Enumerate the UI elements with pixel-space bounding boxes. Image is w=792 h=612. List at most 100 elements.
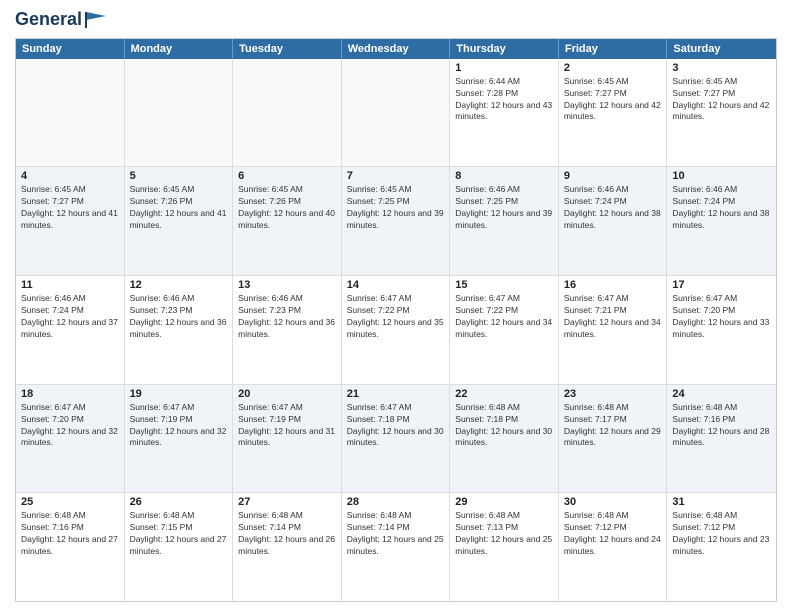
calendar-cell: 18 Sunrise: 6:47 AMSunset: 7:20 PMDayligh…	[16, 385, 125, 493]
logo: General	[15, 10, 106, 30]
day-number: 20	[238, 388, 336, 400]
cell-info: Sunrise: 6:48 AMSunset: 7:16 PMDaylight:…	[672, 402, 771, 450]
cell-info: Sunrise: 6:48 AMSunset: 7:12 PMDaylight:…	[564, 510, 662, 558]
calendar-cell: 27 Sunrise: 6:48 AMSunset: 7:14 PMDayligh…	[233, 493, 342, 601]
day-number: 11	[21, 279, 119, 291]
calendar-cell: 4Sunrise: 6:45 AMSunset: 7:27 PMDaylight…	[16, 167, 125, 275]
cell-info: Sunrise: 6:48 AMSunset: 7:15 PMDaylight:…	[130, 510, 228, 558]
cell-info: Sunrise: 6:47 AMSunset: 7:18 PMDaylight:…	[347, 402, 445, 450]
day-number: 26	[130, 496, 228, 508]
cell-info: Sunrise: 6:48 AMSunset: 7:18 PMDaylight:…	[455, 402, 553, 450]
calendar-cell: 31Sunrise: 6:48 AMSunset: 7:12 PMDayligh…	[667, 493, 776, 601]
day-number: 7	[347, 170, 445, 182]
weekday-header-thursday: Thursday	[450, 39, 559, 59]
cell-info: Sunrise: 6:47 AMSunset: 7:22 PMDaylight:…	[455, 293, 553, 341]
weekday-header-friday: Friday	[559, 39, 668, 59]
calendar-cell: 7 Sunrise: 6:45 AMSunset: 7:25 PMDaylight…	[342, 167, 451, 275]
cell-info: Sunrise: 6:45 AMSunset: 7:26 PMDaylight:…	[238, 184, 336, 232]
day-number: 5	[130, 170, 228, 182]
calendar-cell: 22 Sunrise: 6:48 AMSunset: 7:18 PMDayligh…	[450, 385, 559, 493]
cell-info: Sunrise: 6:46 AMSunset: 7:24 PMDaylight:…	[672, 184, 771, 232]
calendar-cell: 8 Sunrise: 6:46 AMSunset: 7:25 PMDaylight…	[450, 167, 559, 275]
day-number: 1	[455, 62, 553, 74]
weekday-header-wednesday: Wednesday	[342, 39, 451, 59]
calendar-cell: 5 Sunrise: 6:45 AMSunset: 7:26 PMDaylight…	[125, 167, 234, 275]
calendar-cell: 25 Sunrise: 6:48 AMSunset: 7:16 PMDayligh…	[16, 493, 125, 601]
calendar-cell: 11 Sunrise: 6:46 AMSunset: 7:24 PMDayligh…	[16, 276, 125, 384]
calendar-cell: 28Sunrise: 6:48 AMSunset: 7:14 PMDayligh…	[342, 493, 451, 601]
calendar-cell: 19Sunrise: 6:47 AMSunset: 7:19 PMDayligh…	[125, 385, 234, 493]
weekday-header-saturday: Saturday	[667, 39, 776, 59]
day-number: 21	[347, 388, 445, 400]
cell-info: Sunrise: 6:47 AMSunset: 7:22 PMDaylight:…	[347, 293, 445, 341]
cell-info: Sunrise: 6:45 AMSunset: 7:27 PMDaylight:…	[564, 76, 662, 124]
calendar-cell	[233, 59, 342, 167]
cell-info: Sunrise: 6:46 AMSunset: 7:24 PMDaylight:…	[564, 184, 662, 232]
calendar-cell: 12 Sunrise: 6:46 AMSunset: 7:23 PMDayligh…	[125, 276, 234, 384]
calendar-cell: 26 Sunrise: 6:48 AMSunset: 7:15 PMDayligh…	[125, 493, 234, 601]
day-number: 25	[21, 496, 119, 508]
calendar: SundayMondayTuesdayWednesdayThursdayFrid…	[15, 38, 777, 602]
cell-info: Sunrise: 6:47 AMSunset: 7:20 PMDaylight:…	[21, 402, 119, 450]
logo-text: General	[15, 10, 106, 30]
calendar-cell: 29 Sunrise: 6:48 AMSunset: 7:13 PMDayligh…	[450, 493, 559, 601]
calendar-cell: 16 Sunrise: 6:47 AMSunset: 7:21 PMDayligh…	[559, 276, 668, 384]
day-number: 16	[564, 279, 662, 291]
cell-info: Sunrise: 6:47 AMSunset: 7:21 PMDaylight:…	[564, 293, 662, 341]
cell-info: Sunrise: 6:47 AMSunset: 7:19 PMDaylight:…	[130, 402, 228, 450]
calendar-cell: 10Sunrise: 6:46 AMSunset: 7:24 PMDayligh…	[667, 167, 776, 275]
day-number: 12	[130, 279, 228, 291]
calendar-cell: 9 Sunrise: 6:46 AMSunset: 7:24 PMDaylight…	[559, 167, 668, 275]
cell-info: Sunrise: 6:47 AMSunset: 7:20 PMDaylight:…	[672, 293, 771, 341]
calendar-cell	[342, 59, 451, 167]
calendar-cell: 13 Sunrise: 6:46 AMSunset: 7:23 PMDayligh…	[233, 276, 342, 384]
day-number: 17	[672, 279, 771, 291]
cell-info: Sunrise: 6:46 AMSunset: 7:23 PMDaylight:…	[238, 293, 336, 341]
cell-info: Sunrise: 6:47 AMSunset: 7:19 PMDaylight:…	[238, 402, 336, 450]
day-number: 13	[238, 279, 336, 291]
cell-info: Sunrise: 6:45 AMSunset: 7:25 PMDaylight:…	[347, 184, 445, 232]
day-number: 18	[21, 388, 119, 400]
cell-info: Sunrise: 6:46 AMSunset: 7:24 PMDaylight:…	[21, 293, 119, 341]
day-number: 27	[238, 496, 336, 508]
day-number: 22	[455, 388, 553, 400]
logo-flag-icon	[84, 12, 106, 28]
cell-info: Sunrise: 6:45 AMSunset: 7:26 PMDaylight:…	[130, 184, 228, 232]
day-number: 23	[564, 388, 662, 400]
cell-info: Sunrise: 6:48 AMSunset: 7:12 PMDaylight:…	[672, 510, 771, 558]
calendar-cell: 21 Sunrise: 6:47 AMSunset: 7:18 PMDayligh…	[342, 385, 451, 493]
calendar-row-4: 18 Sunrise: 6:47 AMSunset: 7:20 PMDayligh…	[16, 385, 776, 494]
day-number: 8	[455, 170, 553, 182]
cell-info: Sunrise: 6:48 AMSunset: 7:14 PMDaylight:…	[238, 510, 336, 558]
header: General	[15, 10, 777, 30]
cell-info: Sunrise: 6:45 AMSunset: 7:27 PMDaylight:…	[21, 184, 119, 232]
day-number: 28	[347, 496, 445, 508]
cell-info: Sunrise: 6:48 AMSunset: 7:16 PMDaylight:…	[21, 510, 119, 558]
weekday-header-monday: Monday	[125, 39, 234, 59]
day-number: 9	[564, 170, 662, 182]
cell-info: Sunrise: 6:48 AMSunset: 7:13 PMDaylight:…	[455, 510, 553, 558]
calendar-cell: 15 Sunrise: 6:47 AMSunset: 7:22 PMDayligh…	[450, 276, 559, 384]
calendar-cell: 2Sunrise: 6:45 AMSunset: 7:27 PMDaylight…	[559, 59, 668, 167]
calendar-cell: 1Sunrise: 6:44 AMSunset: 7:28 PMDaylight…	[450, 59, 559, 167]
day-number: 24	[672, 388, 771, 400]
weekday-header-tuesday: Tuesday	[233, 39, 342, 59]
calendar-body: 1Sunrise: 6:44 AMSunset: 7:28 PMDaylight…	[16, 59, 776, 601]
day-number: 29	[455, 496, 553, 508]
page: General SundayMondayTuesdayWednesdayThur…	[0, 0, 792, 612]
calendar-cell: 24 Sunrise: 6:48 AMSunset: 7:16 PMDayligh…	[667, 385, 776, 493]
calendar-cell: 23Sunrise: 6:48 AMSunset: 7:17 PMDayligh…	[559, 385, 668, 493]
calendar-row-3: 11 Sunrise: 6:46 AMSunset: 7:24 PMDayligh…	[16, 276, 776, 385]
calendar-cell: 14Sunrise: 6:47 AMSunset: 7:22 PMDayligh…	[342, 276, 451, 384]
cell-info: Sunrise: 6:45 AMSunset: 7:27 PMDaylight:…	[672, 76, 771, 124]
calendar-cell: 20 Sunrise: 6:47 AMSunset: 7:19 PMDayligh…	[233, 385, 342, 493]
day-number: 15	[455, 279, 553, 291]
cell-info: Sunrise: 6:46 AMSunset: 7:25 PMDaylight:…	[455, 184, 553, 232]
day-number: 30	[564, 496, 662, 508]
calendar-cell	[16, 59, 125, 167]
calendar-row-2: 4Sunrise: 6:45 AMSunset: 7:27 PMDaylight…	[16, 167, 776, 276]
cell-info: Sunrise: 6:46 AMSunset: 7:23 PMDaylight:…	[130, 293, 228, 341]
calendar-cell: 30 Sunrise: 6:48 AMSunset: 7:12 PMDayligh…	[559, 493, 668, 601]
calendar-row-1: 1Sunrise: 6:44 AMSunset: 7:28 PMDaylight…	[16, 59, 776, 168]
calendar-cell: 17 Sunrise: 6:47 AMSunset: 7:20 PMDayligh…	[667, 276, 776, 384]
